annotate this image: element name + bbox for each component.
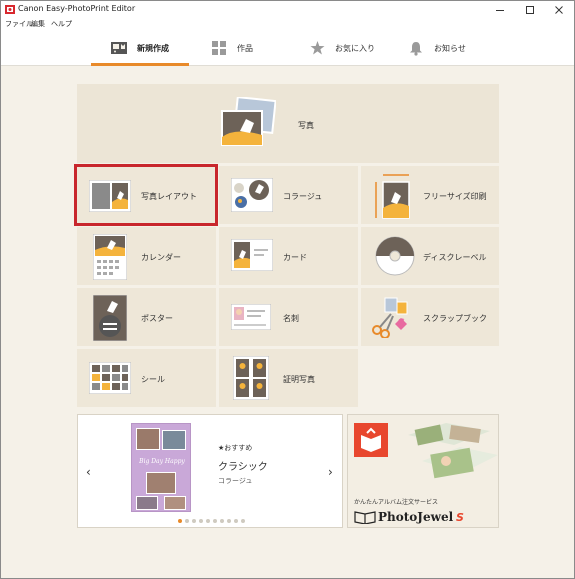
category-label: カード — [283, 253, 307, 262]
thumb-photo — [146, 472, 176, 494]
disc-icon — [375, 236, 415, 276]
promo-brand-suffix: S — [456, 511, 464, 524]
category-label: ディスクレーベル — [423, 253, 487, 262]
promo-brand: PhotoJewel — [378, 510, 454, 524]
thumb-photo — [136, 496, 158, 510]
category-photo[interactable]: 写真 — [77, 84, 499, 163]
category-collage[interactable]: コラージュ — [219, 166, 358, 224]
scrapbook-icon — [372, 297, 408, 338]
menu-help[interactable]: ヘルプ — [51, 19, 72, 29]
tab-notifications[interactable]: お知らせ — [408, 30, 466, 66]
promo-tagline: かんたんアルバム注文サービス — [354, 499, 438, 506]
carousel-page-dot[interactable] — [213, 519, 217, 523]
category-label: 名刺 — [283, 314, 299, 323]
app-logo-icon — [5, 5, 15, 14]
poster-icon — [93, 295, 127, 341]
featured-title: クラシック — [218, 462, 268, 473]
tab-label: お気に入り — [335, 43, 375, 53]
photojewel-logo-icon — [354, 423, 388, 457]
category-label: 証明写真 — [283, 375, 315, 384]
featured-badge: ★おすすめ — [218, 444, 253, 452]
photo-icon — [221, 97, 276, 146]
calendar-icon — [93, 234, 127, 280]
minimize-icon — [496, 9, 504, 11]
thumb-caption: Big Day Happy — [139, 458, 185, 465]
tab-favorites[interactable]: お気に入り — [309, 30, 375, 66]
featured-carousel: ‹ Big Day Happy ★おすすめ クラシック コラージュ › — [77, 414, 343, 528]
app-window: Canon Easy-PhotoPrint Editor ファイル 編集 ヘルプ… — [0, 0, 575, 579]
category-sticker[interactable]: シール — [77, 349, 216, 407]
maximize-button[interactable] — [515, 1, 545, 18]
featured-subtitle: コラージュ — [218, 477, 253, 485]
grid-icon — [211, 41, 227, 55]
main-tab-bar: 新規作成 作品 お気に入り お知らせ — [1, 30, 574, 66]
sticker-icon — [89, 362, 131, 394]
category-label: カレンダー — [141, 253, 181, 262]
tab-new-create[interactable]: 新規作成 — [111, 30, 169, 66]
carousel-page-dot[interactable] — [192, 519, 196, 523]
free-size-print-icon — [375, 174, 410, 219]
tab-label: 新規作成 — [137, 43, 169, 53]
category-poster[interactable]: ポスター — [77, 288, 216, 346]
category-label: ポスター — [141, 314, 173, 323]
bell-icon — [408, 41, 424, 56]
carousel-page-dot[interactable] — [206, 519, 210, 523]
category-scrapbook[interactable]: スクラップブック — [361, 288, 499, 346]
card-icon — [231, 239, 273, 271]
carousel-page-dot[interactable] — [220, 519, 224, 523]
carousel-page-dot[interactable] — [178, 519, 182, 523]
title-bar: Canon Easy-PhotoPrint Editor — [1, 1, 574, 18]
close-icon — [555, 5, 563, 14]
carousel-next-button[interactable]: › — [328, 465, 333, 479]
tab-works[interactable]: 作品 — [211, 30, 253, 66]
category-label: フリーサイズ印刷 — [423, 192, 487, 201]
thumb-photo — [136, 428, 160, 450]
photojewel-banner[interactable]: かんたんアルバム注文サービス PhotoJewel S — [347, 414, 499, 528]
business-card-icon — [231, 304, 271, 330]
id-photo-icon — [233, 356, 269, 400]
category-label: コラージュ — [283, 192, 323, 201]
carousel-page-dot[interactable] — [234, 519, 238, 523]
book-icon — [354, 511, 376, 524]
category-business-card[interactable]: 名刺 — [219, 288, 358, 346]
menu-file[interactable]: ファイル — [5, 19, 33, 29]
carousel-page-dot[interactable] — [241, 519, 245, 523]
category-label: 写真 — [298, 121, 314, 130]
category-free-size[interactable]: フリーサイズ印刷 — [361, 166, 499, 224]
minimize-button[interactable] — [485, 1, 515, 18]
window-title: Canon Easy-PhotoPrint Editor — [18, 4, 136, 13]
carousel-prev-button[interactable]: ‹ — [86, 465, 91, 479]
category-calendar[interactable]: カレンダー — [77, 227, 216, 285]
thumb-photo — [164, 496, 186, 510]
new-create-icon — [111, 41, 127, 55]
category-label: スクラップブック — [423, 314, 487, 323]
category-card[interactable]: カード — [219, 227, 358, 285]
maximize-icon — [526, 5, 534, 14]
close-button[interactable] — [544, 1, 574, 18]
menu-edit[interactable]: 編集 — [31, 19, 45, 29]
carousel-page-dot[interactable] — [227, 519, 231, 523]
thumb-photo — [162, 430, 186, 450]
carousel-page-dot[interactable] — [199, 519, 203, 523]
tab-label: 作品 — [237, 43, 253, 53]
carousel-page-dot[interactable] — [185, 519, 189, 523]
tab-label: お知らせ — [434, 43, 466, 53]
featured-thumbnail[interactable]: Big Day Happy — [131, 423, 191, 512]
category-label: シール — [141, 375, 165, 384]
album-image — [408, 423, 498, 479]
category-id-photo[interactable]: 証明写真 — [219, 349, 358, 407]
menu-bar: ファイル 編集 ヘルプ — [1, 18, 574, 30]
star-icon — [309, 41, 325, 55]
collage-icon — [231, 178, 273, 212]
category-disc-label[interactable]: ディスクレーベル — [361, 227, 499, 285]
active-tab-indicator — [91, 63, 189, 66]
selection-highlight — [74, 164, 218, 226]
